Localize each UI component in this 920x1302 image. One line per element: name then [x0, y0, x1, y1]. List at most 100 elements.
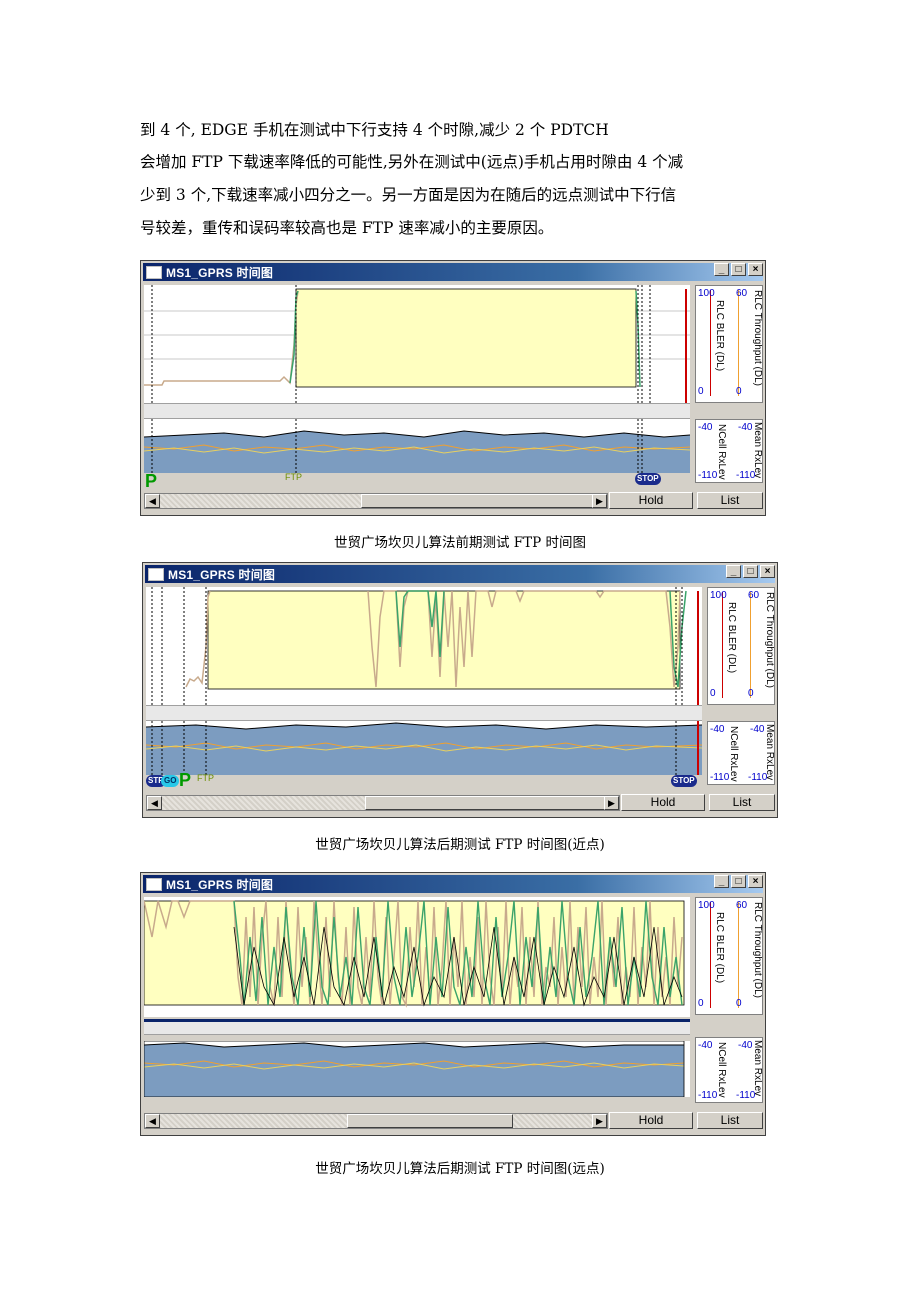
list-button[interactable]: List: [697, 1112, 763, 1129]
axis-label-throughput: RLC Throughput (DL): [764, 592, 775, 688]
maximize-button[interactable]: □: [731, 263, 746, 276]
plot-separator: [144, 403, 690, 419]
rxlev-axis-panel: -40 -40 -110 -110 NCell RxLev Mean RxLev: [707, 721, 775, 785]
window-app-icon: [148, 567, 164, 581]
axis-left-max: 100: [698, 288, 715, 299]
rxlev-plot[interactable]: [144, 1041, 690, 1097]
scroll-left-arrow-icon[interactable]: ◀: [145, 1114, 160, 1128]
axis-label-throughput: RLC Throughput (DL): [752, 902, 763, 998]
window-titlebar[interactable]: MS1_GPRS 时间图: [143, 263, 763, 281]
axis-label-mean: Mean RxLev: [752, 422, 763, 479]
close-button[interactable]: ×: [748, 263, 763, 276]
paragraph-line-4: 号较差，重传和误码率较高也是 FTP 速率减小的主要原因。: [140, 219, 554, 237]
throughput-plot-graphics: [144, 285, 690, 403]
rxlev-axis-panel: -40 -40 -110 -110 NCell RxLev Mean RxLev: [695, 1037, 763, 1103]
axis-left-min: -110: [710, 772, 730, 783]
scrollbar-thumb[interactable]: [347, 1114, 513, 1128]
axis-label-bler: RLC BLER (DL): [714, 912, 725, 984]
marker-go[interactable]: GO: [161, 775, 180, 787]
time-graph-window-1: MS1_GPRS 时间图 _ □ × P FTP STOP 100 60 0 0…: [140, 260, 766, 516]
hold-button[interactable]: Hold: [609, 1112, 693, 1129]
scroll-right-arrow-icon[interactable]: ▶: [604, 796, 619, 810]
horizontal-scrollbar[interactable]: ◀ ▶: [144, 1113, 608, 1129]
scrollbar-thumb[interactable]: [361, 494, 595, 508]
window-titlebar[interactable]: MS1_GPRS 时间图: [143, 875, 763, 893]
axis-left-max: 100: [710, 590, 727, 601]
list-button[interactable]: List: [697, 492, 763, 509]
throughput-plot[interactable]: [146, 587, 702, 705]
maximize-button[interactable]: □: [731, 875, 746, 888]
rxlev-plot-graphics: [144, 419, 690, 473]
rxlev-plot-graphics: [144, 1041, 685, 1097]
axis-right-min: 0: [736, 998, 742, 1009]
window-titlebar[interactable]: MS1_GPRS 时间图: [145, 565, 775, 583]
throughput-plot-graphics: [144, 900, 685, 1008]
time-graph-window-2: MS1_GPRS 时间图 _ □ × STP GO P FTP STOP 100…: [142, 562, 778, 818]
paragraph-line-3: 少到 3 个,下载速率减小四分之一。另一方面是因为在随后的远点测试中下行信: [140, 186, 677, 204]
axis-left-min: 0: [710, 688, 716, 699]
paragraph-line-1: 到 4 个, EDGE 手机在测试中下行支持 4 个时隙,减少 2 个 PDTC…: [140, 121, 609, 139]
axis-right-min: 0: [748, 688, 754, 699]
marker-stop[interactable]: STOP: [671, 775, 697, 787]
separator-line: [144, 1019, 690, 1022]
maximize-button[interactable]: □: [743, 565, 758, 578]
bler-axis-panel: 100 60 0 0 RLC BLER (DL) RLC Throughput …: [707, 587, 775, 705]
axis-left-max: 100: [698, 900, 715, 911]
scroll-left-arrow-icon[interactable]: ◀: [147, 796, 162, 810]
horizontal-scrollbar[interactable]: ◀ ▶: [144, 493, 608, 509]
list-button[interactable]: List: [709, 794, 775, 811]
bler-axis-panel: 100 60 0 0 RLC BLER (DL) RLC Throughput …: [695, 897, 763, 1015]
throughput-plot[interactable]: [144, 285, 690, 403]
rxlev-axis-panel: -40 -40 -110 -110 NCell RxLev Mean RxLev: [695, 419, 763, 483]
axis-left-min: -110: [698, 1090, 718, 1101]
caption-1: 世贸广场坎贝儿算法前期测试 FTP 时间图: [333, 535, 587, 551]
marker-ftp[interactable]: FTP: [285, 472, 302, 482]
marker-p[interactable]: P: [179, 771, 191, 789]
axis-right-max: -40: [738, 1040, 753, 1051]
scroll-right-arrow-icon[interactable]: ▶: [592, 494, 607, 508]
caption-2: 世贸广场坎贝儿算法后期测试 FTP 时间图(近点): [315, 837, 605, 853]
marker-stop[interactable]: STOP: [635, 473, 661, 485]
paragraph-line-2: 会增加 FTP 下载速率降低的可能性,另外在测试中(远点)手机占用时隙由 4 个…: [140, 153, 684, 171]
minimize-button[interactable]: _: [726, 565, 741, 578]
window-app-icon: [146, 265, 162, 279]
time-graph-window-3: MS1_GPRS 时间图 _ □ × 100 60 0 0 RLC BLER (…: [140, 872, 766, 1136]
bler-axis-panel: 100 60 0 0 RLC BLER (DL) RLC Throughput …: [695, 285, 763, 403]
window-title: MS1_GPRS 时间图: [166, 877, 274, 892]
horizontal-scrollbar[interactable]: ◀ ▶: [146, 795, 620, 811]
throughput-plot[interactable]: [144, 897, 690, 1017]
axis-label-ncell: NCell RxLev: [716, 1042, 727, 1098]
hold-button[interactable]: Hold: [621, 794, 705, 811]
scroll-right-arrow-icon[interactable]: ▶: [592, 1114, 607, 1128]
minimize-button[interactable]: _: [714, 875, 729, 888]
axis-label-throughput: RLC Throughput (DL): [752, 290, 763, 386]
rxlev-plot[interactable]: [144, 419, 690, 473]
axis-label-mean: Mean RxLev: [752, 1040, 763, 1097]
axis-right-max: 60: [736, 288, 748, 299]
scroll-left-arrow-icon[interactable]: ◀: [145, 494, 160, 508]
close-button[interactable]: ×: [748, 875, 763, 888]
axis-left-min: -110: [698, 470, 718, 481]
axis-right-max: -40: [750, 724, 765, 735]
close-button[interactable]: ×: [760, 565, 775, 578]
axis-label-mean: Mean RxLev: [764, 724, 775, 781]
axis-label-ncell: NCell RxLev: [728, 726, 739, 782]
axis-left-min: 0: [698, 998, 704, 1009]
scrollbar-thumb[interactable]: [365, 796, 607, 810]
hold-button[interactable]: Hold: [609, 492, 693, 509]
window-app-icon: [146, 877, 162, 891]
axis-left-max: -40: [698, 1040, 713, 1051]
plot-separator: [146, 705, 702, 721]
marker-ftp[interactable]: FTP: [197, 773, 214, 783]
axis-right-min: 0: [736, 386, 742, 397]
marker-p[interactable]: P: [145, 472, 157, 490]
axis-label-bler: RLC BLER (DL): [726, 602, 737, 674]
axis-label-ncell: NCell RxLev: [716, 424, 727, 480]
window-title: MS1_GPRS 时间图: [166, 265, 274, 280]
axis-right-max: 60: [748, 590, 760, 601]
plot-separator: [144, 1021, 690, 1035]
rxlev-plot-graphics: [146, 721, 702, 775]
caption-3: 世贸广场坎贝儿算法后期测试 FTP 时间图(远点): [315, 1161, 605, 1177]
rxlev-plot[interactable]: [146, 721, 702, 775]
minimize-button[interactable]: _: [714, 263, 729, 276]
